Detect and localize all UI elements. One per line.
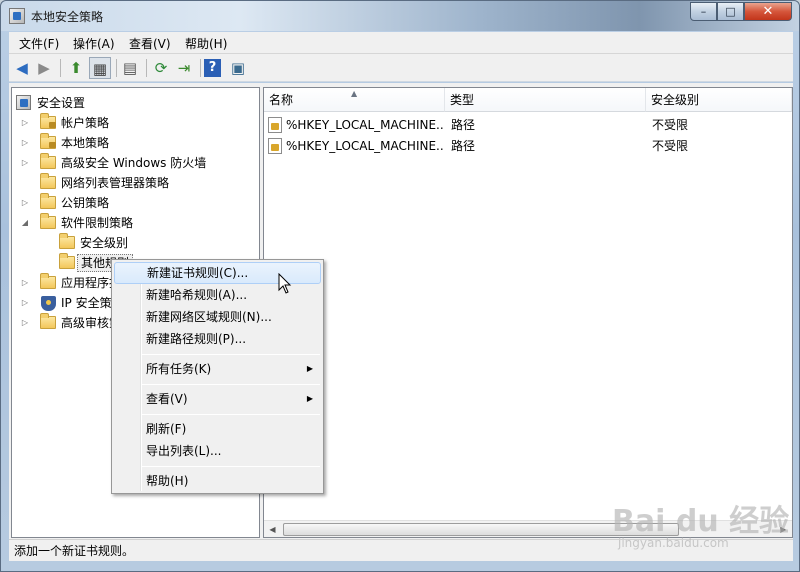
folder-icon (40, 133, 56, 149)
list-row[interactable]: %HKEY_LOCAL_MACHINE... 路径 不受限 (264, 115, 792, 135)
column-header-security-level[interactable]: 安全级别 (646, 88, 792, 112)
expand-arrow-icon[interactable]: ▷ (20, 133, 30, 153)
minimize-button[interactable]: – (690, 2, 717, 21)
ip-security-icon (41, 296, 56, 311)
menu-help[interactable]: 帮助(H) (185, 35, 227, 52)
show-hide-tree-icon[interactable]: ▦ (89, 57, 111, 79)
folder-icon (59, 233, 75, 249)
expand-arrow-icon[interactable]: ▷ (20, 193, 30, 213)
up-folder-icon[interactable]: ⬆ (65, 57, 87, 79)
menu-view[interactable]: 查看(V) ▶ (114, 388, 321, 410)
folder-icon (40, 313, 56, 329)
expand-arrow-icon[interactable]: ▷ (20, 113, 30, 133)
window-title: 本地安全策略 (31, 10, 104, 24)
forward-icon[interactable]: ▶ (33, 57, 55, 79)
menu-file[interactable]: 文件(F) (19, 35, 59, 52)
menu-action[interactable]: 操作(A) (73, 35, 115, 52)
folder-icon (40, 173, 56, 189)
menu-refresh[interactable]: 刷新(F) (114, 418, 321, 440)
toolbar: ◀ ▶ ⬆ ▦ ▤ ⟳ ⇥ ? ▣ (9, 54, 793, 82)
mouse-cursor-icon (278, 273, 292, 294)
path-rule-icon (268, 138, 282, 154)
watermark-url: jingyan.baidu.com (618, 536, 729, 550)
folder-icon (59, 253, 75, 269)
submenu-arrow-icon: ▶ (306, 364, 313, 373)
menu-separator (142, 384, 320, 385)
menu-new-network-zone-rule[interactable]: 新建网络区域规则(N)... (114, 306, 321, 328)
sort-ascending-icon: ▲ (351, 89, 358, 98)
back-icon[interactable]: ◀ (11, 57, 33, 79)
properties-icon[interactable]: ▣ (227, 57, 249, 79)
rules-list-pane: 名称 ▲ 类型 安全级别 %HKEY_LOCAL_MACHINE... 路径 不… (263, 87, 793, 538)
close-button[interactable]: ✕ (744, 2, 792, 21)
folder-icon (40, 153, 56, 169)
expand-arrow-icon[interactable]: ▷ (20, 293, 30, 313)
help-icon[interactable]: ? (204, 59, 221, 77)
column-header-type[interactable]: 类型 (445, 88, 646, 112)
folder-icon (40, 193, 56, 209)
menu-separator (142, 466, 320, 467)
toolbar-separator (146, 59, 147, 77)
scroll-left-icon[interactable]: ◀ (264, 521, 281, 538)
maximize-button[interactable]: □ (717, 2, 744, 21)
path-rule-icon (268, 117, 282, 133)
folder-icon (40, 113, 56, 129)
folder-icon (40, 213, 56, 229)
menu-view[interactable]: 查看(V) (129, 35, 171, 52)
title-bar[interactable]: 本地安全策略 – □ ✕ (1, 1, 799, 31)
folder-icon (40, 273, 56, 289)
toolbar-separator (60, 59, 61, 77)
security-policy-app-icon (9, 8, 25, 24)
submenu-arrow-icon: ▶ (306, 394, 313, 403)
copy-icon[interactable]: ▤ (119, 57, 141, 79)
toolbar-separator (200, 59, 201, 77)
security-settings-icon (16, 95, 31, 110)
export-list-icon[interactable]: ⇥ (173, 57, 195, 79)
column-header-name[interactable]: 名称 ▲ (264, 88, 445, 112)
expand-arrow-icon[interactable]: ▷ (20, 273, 30, 293)
collapse-arrow-icon[interactable]: ◢ (20, 213, 30, 233)
refresh-icon[interactable]: ⟳ (150, 57, 172, 79)
context-menu: 新建证书规则(C)... 新建哈希规则(A)... 新建网络区域规则(N)...… (111, 259, 324, 494)
expand-arrow-icon[interactable]: ▷ (20, 313, 30, 333)
menu-bar: 文件(F) 操作(A) 查看(V) 帮助(H) (9, 32, 793, 54)
watermark-logo: Bai du 经验 (612, 504, 790, 539)
menu-help[interactable]: 帮助(H) (114, 470, 321, 492)
menu-separator (142, 414, 320, 415)
menu-all-tasks[interactable]: 所有任务(K) ▶ (114, 358, 321, 380)
menu-separator (142, 354, 320, 355)
menu-new-path-rule[interactable]: 新建路径规则(P)... (114, 328, 321, 350)
menu-export-list[interactable]: 导出列表(L)... (114, 440, 321, 462)
toolbar-separator (116, 59, 117, 77)
list-row[interactable]: %HKEY_LOCAL_MACHINE... 路径 不受限 (264, 136, 792, 156)
expand-arrow-icon[interactable]: ▷ (20, 153, 30, 173)
